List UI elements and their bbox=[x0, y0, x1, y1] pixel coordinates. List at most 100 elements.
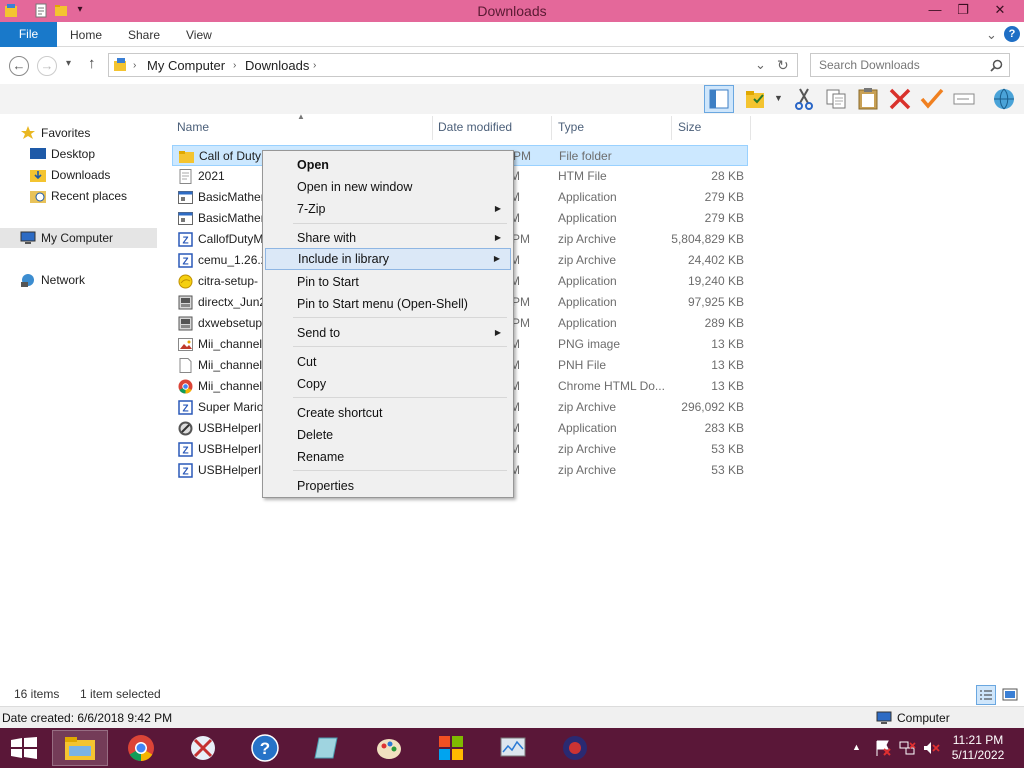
window-title: Downloads bbox=[477, 3, 547, 19]
column-separator[interactable] bbox=[750, 116, 751, 140]
menu-cut[interactable]: Cut bbox=[265, 351, 511, 373]
network-tray-icon[interactable] bbox=[898, 739, 916, 757]
tray-overflow-button[interactable]: ▲ bbox=[852, 742, 861, 752]
menu-copy[interactable]: Copy bbox=[265, 373, 511, 395]
menu-send-to[interactable]: Send to ▶ bbox=[265, 322, 511, 344]
toolbar: ▼ bbox=[0, 84, 1024, 114]
menu-include-in-library[interactable]: Include in library ▶ bbox=[265, 248, 511, 270]
installer-icon bbox=[178, 295, 193, 310]
column-separator[interactable] bbox=[671, 116, 672, 140]
recent-locations-dropdown[interactable]: ▾ bbox=[66, 58, 71, 69]
nav-network[interactable]: Network bbox=[20, 270, 156, 290]
action-center-flag-icon[interactable] bbox=[874, 739, 892, 757]
column-separator[interactable] bbox=[551, 116, 552, 140]
refresh-button[interactable]: ↻ bbox=[777, 57, 789, 74]
file-name: Mii_channel bbox=[198, 337, 263, 351]
minimize-button[interactable]: — bbox=[920, 0, 950, 20]
forward-button[interactable]: → bbox=[37, 56, 57, 76]
file-name: Mii_channel bbox=[198, 358, 263, 372]
network-globe-icon[interactable] bbox=[990, 87, 1018, 111]
address-row: ← → ▾ ↑ › My Computer › Downloads › ⌄ ↻ … bbox=[0, 48, 1024, 84]
taskbar-task-manager[interactable] bbox=[486, 730, 542, 766]
zip-icon: Z bbox=[178, 232, 193, 247]
column-size[interactable]: Size bbox=[678, 120, 701, 134]
taskbar-notes[interactable] bbox=[300, 730, 356, 766]
menu-delete[interactable]: Delete bbox=[265, 424, 511, 446]
file-size: 13 KB bbox=[711, 337, 744, 351]
help-icon[interactable]: ? bbox=[1004, 26, 1020, 42]
file-type: Application bbox=[558, 295, 617, 309]
file-name: directx_Jun2 bbox=[198, 295, 267, 309]
options-dropdown-icon[interactable]: ▼ bbox=[774, 93, 783, 103]
maximize-button[interactable]: ❐ bbox=[948, 0, 978, 20]
address-dropdown-button[interactable]: ⌄ bbox=[755, 57, 766, 73]
file-type: Application bbox=[558, 421, 617, 435]
folder-options-icon[interactable] bbox=[744, 87, 768, 111]
file-type: PNH File bbox=[558, 358, 607, 372]
taskbar-help[interactable]: ? bbox=[238, 730, 294, 766]
breadcrumb-my-computer[interactable]: My Computer bbox=[147, 58, 225, 73]
title-bar[interactable]: ▾ Downloads — ❐ ✕ bbox=[0, 0, 1024, 22]
taskbar-paint[interactable] bbox=[362, 730, 418, 766]
menu-share-with[interactable]: Share with ▶ bbox=[265, 227, 511, 249]
breadcrumb-downloads[interactable]: Downloads bbox=[245, 58, 309, 73]
tab-share[interactable]: Share bbox=[128, 22, 160, 47]
file-name: Call of Duty bbox=[199, 149, 262, 163]
column-type[interactable]: Type bbox=[558, 120, 584, 134]
menu-rename[interactable]: Rename bbox=[265, 446, 511, 468]
nav-desktop[interactable]: Desktop bbox=[30, 144, 156, 164]
file-name: USBHelperIr bbox=[198, 442, 266, 456]
taskbar-snipping-tool[interactable] bbox=[176, 730, 232, 766]
details-view-icon[interactable] bbox=[976, 685, 996, 705]
tab-file[interactable]: File bbox=[0, 22, 57, 47]
large-icons-view-icon[interactable] bbox=[1000, 685, 1020, 705]
up-button[interactable]: ↑ bbox=[88, 55, 96, 72]
file-type: zip Archive bbox=[558, 232, 617, 246]
copy-icon[interactable] bbox=[824, 87, 848, 111]
ribbon-tabs: File Home Share View ⌄ ? bbox=[0, 22, 1024, 47]
taskbar-file-explorer[interactable] bbox=[52, 730, 108, 766]
menu-open-new-window[interactable]: Open in new window bbox=[265, 176, 511, 198]
search-icon[interactable] bbox=[990, 59, 1003, 72]
office-icon bbox=[439, 736, 463, 760]
menu-properties[interactable]: Properties bbox=[265, 475, 511, 497]
taskbar-clock[interactable]: 11:21 PM 5/11/2022 bbox=[942, 733, 1014, 763]
taskbar-chrome[interactable] bbox=[114, 730, 170, 766]
column-date-modified[interactable]: Date modified bbox=[438, 120, 512, 134]
column-separator[interactable] bbox=[432, 116, 433, 140]
menu-open[interactable]: Open bbox=[265, 154, 511, 176]
menu-pin-to-start[interactable]: Pin to Start bbox=[265, 271, 511, 293]
menu-7zip[interactable]: 7-Zip ▶ bbox=[265, 198, 511, 220]
tab-home[interactable]: Home bbox=[70, 22, 102, 47]
sort-ascending-icon: ▲ bbox=[297, 112, 305, 121]
task-manager-icon bbox=[500, 737, 526, 757]
menu-pin-to-start-menu[interactable]: Pin to Start menu (Open-Shell) bbox=[265, 293, 511, 315]
nav-my-computer[interactable]: My Computer bbox=[0, 228, 157, 248]
paste-icon[interactable] bbox=[856, 87, 880, 111]
svg-text:Z: Z bbox=[182, 236, 188, 247]
rename-icon[interactable] bbox=[952, 87, 976, 111]
file-size: 53 KB bbox=[711, 442, 744, 456]
column-name[interactable]: Name bbox=[177, 120, 209, 134]
nav-downloads[interactable]: Downloads bbox=[30, 165, 156, 185]
checkmark-icon[interactable] bbox=[920, 87, 944, 111]
tab-view[interactable]: View bbox=[186, 22, 212, 47]
taskbar-media-app[interactable] bbox=[548, 730, 604, 766]
taskbar-office[interactable] bbox=[424, 730, 480, 766]
address-bar[interactable]: › My Computer › Downloads › ⌄ ↻ bbox=[108, 53, 798, 77]
windows-start-icon[interactable] bbox=[10, 737, 38, 759]
svg-text:Z: Z bbox=[182, 467, 188, 478]
delete-icon[interactable] bbox=[888, 87, 912, 111]
close-button[interactable]: ✕ bbox=[980, 0, 1020, 20]
ribbon-expand-button[interactable]: ⌄ bbox=[986, 22, 997, 47]
nav-recent-places[interactable]: Recent places bbox=[30, 186, 156, 206]
nav-favorites[interactable]: Favorites bbox=[20, 123, 156, 143]
cut-icon[interactable] bbox=[792, 87, 816, 111]
preview-pane-icon[interactable] bbox=[704, 85, 734, 113]
menu-create-shortcut[interactable]: Create shortcut bbox=[265, 402, 511, 424]
menu-separator bbox=[293, 223, 507, 224]
back-button[interactable]: ← bbox=[9, 56, 29, 76]
file-size: 13 KB bbox=[711, 358, 744, 372]
volume-muted-icon[interactable] bbox=[922, 739, 940, 757]
search-input[interactable]: Search Downloads bbox=[810, 53, 1010, 77]
